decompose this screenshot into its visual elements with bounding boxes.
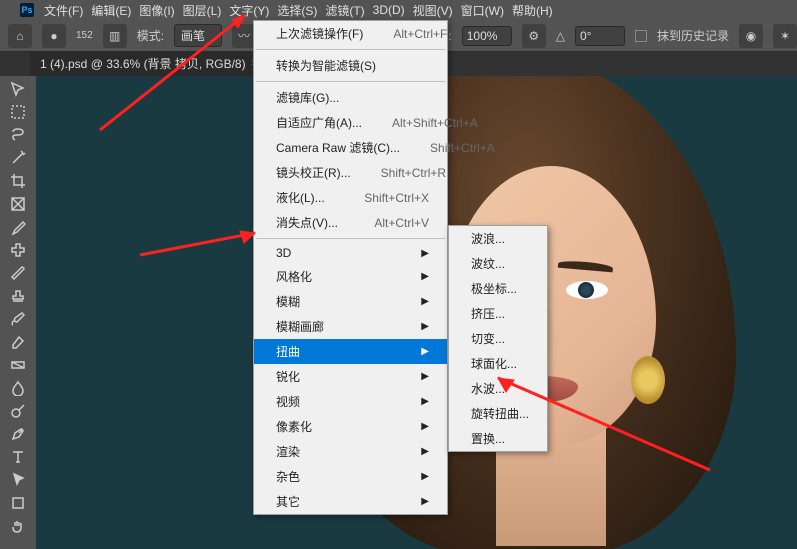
menu-filter[interactable]: 滤镜(T): [321, 0, 368, 21]
menu-pixelate[interactable]: 像素化▶: [254, 414, 447, 439]
menu-last-filter[interactable]: 上次滤镜操作(F)Alt+Ctrl+F: [254, 21, 447, 46]
dodge-tool-icon[interactable]: [2, 400, 34, 422]
lasso-tool-icon[interactable]: [2, 124, 34, 146]
submenu-polar[interactable]: 极坐标...: [449, 276, 547, 301]
submenu-spherize[interactable]: 球面化...: [449, 351, 547, 376]
menu-liquify[interactable]: 液化(L)...Shift+Ctrl+X: [254, 185, 447, 210]
menu-vanishing-point[interactable]: 消失点(V)...Alt+Ctrl+V: [254, 210, 447, 235]
angle-input[interactable]: 0°: [575, 26, 625, 46]
history-brush-icon[interactable]: [2, 308, 34, 330]
menu-edit[interactable]: 编辑(E): [87, 0, 135, 21]
menu-sharpen[interactable]: 锐化▶: [254, 364, 447, 389]
healing-tool-icon[interactable]: [2, 239, 34, 261]
menu-distort[interactable]: 扭曲▶: [254, 339, 447, 364]
angle-label: △: [556, 29, 565, 43]
home-icon[interactable]: ⌂: [8, 24, 32, 48]
eraser-tool-icon[interactable]: [2, 331, 34, 353]
menu-separator: [256, 49, 445, 50]
menu-separator: [256, 238, 445, 239]
marquee-tool-icon[interactable]: [2, 101, 34, 123]
menu-help[interactable]: 帮助(H): [508, 0, 557, 21]
submenu-pinch[interactable]: 挤压...: [449, 301, 547, 326]
menu-adaptive-wide[interactable]: 自适应广角(A)...Alt+Shift+Ctrl+A: [254, 110, 447, 135]
type-tool-icon[interactable]: [2, 446, 34, 468]
tool-panel: [0, 76, 36, 549]
brush-size-value[interactable]: 152: [76, 30, 93, 41]
pen-tool-icon[interactable]: [2, 423, 34, 445]
smooth-input[interactable]: 100%: [462, 26, 512, 46]
menu-window[interactable]: 窗口(W): [457, 0, 508, 21]
brush-tool-icon[interactable]: [2, 262, 34, 284]
tab-title: 1 (4).psd @ 33.6% (背景 拷贝, RGB/8): [40, 55, 246, 72]
filter-dropdown: 上次滤镜操作(F)Alt+Ctrl+F 转换为智能滤镜(S) 滤镜库(G)...…: [253, 20, 448, 515]
menu-lens-correction[interactable]: 镜头校正(R)...Shift+Ctrl+R: [254, 160, 447, 185]
history-label: 抹到历史记录: [657, 27, 729, 44]
menu-view[interactable]: 视图(V): [409, 0, 457, 21]
menu-blur-gallery[interactable]: 模糊画廊▶: [254, 314, 447, 339]
brush-preview-icon[interactable]: ●: [42, 24, 66, 48]
menu-type[interactable]: 文字(Y): [225, 0, 273, 21]
distort-submenu: 波浪... 波纹... 极坐标... 挤压... 切变... 球面化... 水波…: [448, 225, 548, 452]
menu-camera-raw[interactable]: Camera Raw 滤镜(C)...Shift+Ctrl+A: [254, 135, 447, 160]
menu-video[interactable]: 视频▶: [254, 389, 447, 414]
ps-logo-icon: Ps: [20, 3, 34, 17]
stamp-tool-icon[interactable]: [2, 285, 34, 307]
menu-separator: [256, 81, 445, 82]
menu-other[interactable]: 其它▶: [254, 489, 447, 514]
menubar: Ps 文件(F) 编辑(E) 图像(I) 图层(L) 文字(Y) 选择(S) 滤…: [0, 0, 797, 20]
document-tab-active[interactable]: 1 (4).psd @ 33.6% (背景 拷贝, RGB/8) ×: [30, 51, 267, 76]
menu-stylize[interactable]: 风格化▶: [254, 264, 447, 289]
menu-3d[interactable]: 3D(D): [369, 1, 409, 19]
submenu-ripple[interactable]: 波纹...: [449, 251, 547, 276]
gradient-tool-icon[interactable]: [2, 354, 34, 376]
menu-select[interactable]: 选择(S): [273, 0, 321, 21]
submenu-shear[interactable]: 切变...: [449, 326, 547, 351]
menu-3d[interactable]: 3D▶: [254, 242, 447, 264]
menu-file[interactable]: 文件(F): [40, 0, 87, 21]
blur-tool-icon[interactable]: [2, 377, 34, 399]
frame-tool-icon[interactable]: [2, 193, 34, 215]
submenu-displace[interactable]: 置换...: [449, 426, 547, 451]
move-tool-icon[interactable]: [2, 78, 34, 100]
shape-tool-icon[interactable]: [2, 492, 34, 514]
menu-noise[interactable]: 杂色▶: [254, 464, 447, 489]
submenu-wave[interactable]: 波浪...: [449, 226, 547, 251]
menu-filter-gallery[interactable]: 滤镜库(G)...: [254, 85, 447, 110]
hand-tool-icon[interactable]: [2, 515, 34, 537]
crop-tool-icon[interactable]: [2, 170, 34, 192]
brush-panel-icon[interactable]: ▥: [103, 24, 127, 48]
eyedropper-tool-icon[interactable]: [2, 216, 34, 238]
menu-render[interactable]: 渲染▶: [254, 439, 447, 464]
path-select-icon[interactable]: [2, 469, 34, 491]
menu-layer[interactable]: 图层(L): [179, 0, 226, 21]
tablet-pressure-icon[interactable]: ◉: [739, 24, 763, 48]
menu-blur[interactable]: 模糊▶: [254, 289, 447, 314]
submenu-zigzag[interactable]: 水波...: [449, 376, 547, 401]
menu-smart-filter[interactable]: 转换为智能滤镜(S): [254, 53, 447, 78]
mode-label: 模式:: [137, 27, 164, 44]
wand-tool-icon[interactable]: [2, 147, 34, 169]
smooth-gear-icon[interactable]: ⚙: [522, 24, 546, 48]
history-checkbox[interactable]: [635, 30, 647, 42]
submenu-twirl[interactable]: 旋转扭曲...: [449, 401, 547, 426]
symmetry-icon[interactable]: ✶: [773, 24, 797, 48]
mode-select[interactable]: 画笔: [174, 24, 222, 47]
menu-image[interactable]: 图像(I): [135, 0, 178, 21]
